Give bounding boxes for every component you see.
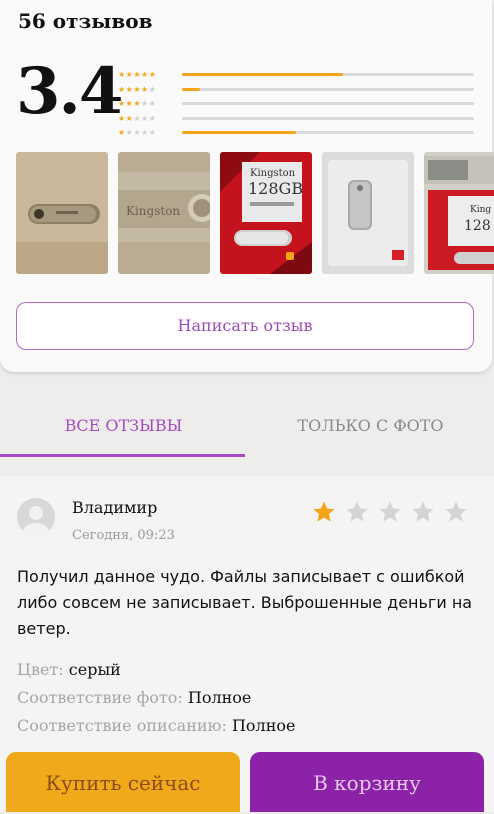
review-photo[interactable]: King 128: [424, 152, 494, 274]
review-tabs: ВСЕ ОТЗЫВЫ ТОЛЬКО С ФОТО: [0, 392, 494, 458]
prop-value: Полное: [231, 716, 296, 735]
review-photo[interactable]: [16, 152, 108, 274]
star-icon: [313, 501, 335, 522]
photo-strip[interactable]: Kingston Kingston 128GB King 128: [16, 152, 494, 276]
distribution-bar: [182, 73, 474, 76]
tab-photo-only[interactable]: ТОЛЬКО С ФОТО: [247, 392, 494, 456]
review-text: Получил данное чудо. Файлы записывает с …: [17, 567, 473, 638]
distribution-bar: [182, 87, 474, 91]
engraving-text: Kingston: [126, 204, 180, 218]
review-photo[interactable]: Kingston 128GB: [220, 152, 312, 274]
star-icon: [445, 501, 467, 522]
review-count: 56 отзывов: [18, 9, 153, 33]
prop-label: Соответствие описанию:: [17, 716, 227, 735]
prop-value: серый: [68, 660, 121, 679]
distribution-row: ★★★★★: [118, 128, 478, 143]
star-icon: [412, 501, 434, 522]
mini-star-rating: ★★★★★: [118, 70, 157, 79]
package-brand: King: [470, 205, 491, 215]
star-icon: [346, 501, 368, 522]
star-icon: [379, 501, 401, 522]
review-photo[interactable]: [322, 152, 414, 274]
review-photo[interactable]: Kingston: [118, 152, 210, 274]
user-icon: [17, 498, 55, 536]
buy-now-button[interactable]: Купить сейчас: [6, 752, 240, 812]
mini-star-rating: ★★★★★: [118, 99, 157, 108]
distribution-bar-fill: [182, 73, 343, 76]
prop-description-match: Соответствие описанию: Полное: [17, 716, 295, 735]
distribution-row: ★★★★★: [118, 99, 478, 114]
mini-star-rating: ★★★★★: [118, 113, 157, 123]
distribution-bar: [182, 102, 474, 105]
distribution-row: ★★★★★: [118, 85, 478, 100]
avatar: [17, 498, 55, 536]
package-brand: Kingston: [250, 168, 296, 179]
prop-color: Цвет: серый: [17, 660, 121, 679]
add-to-cart-button[interactable]: В корзину: [250, 752, 484, 812]
package-size: 128GB: [248, 179, 303, 198]
mini-star-rating: ★★★★★: [118, 84, 157, 94]
distribution-bar-fill: [182, 131, 296, 134]
tab-all-reviews[interactable]: ВСЕ ОТЗЫВЫ: [0, 392, 247, 456]
distribution-row: ★★★★★: [118, 114, 478, 129]
rating-distribution: ★★★★★ ★★★★★ ★★★★★ ★★★★★ ★★★★★: [118, 70, 478, 143]
prop-photo-match: Соответствие фото: Полное: [17, 688, 251, 707]
average-rating: 3.4: [16, 54, 123, 129]
prop-value: Полное: [187, 688, 252, 707]
active-tab-indicator: [0, 454, 245, 457]
prop-label: Цвет:: [17, 660, 64, 679]
package-size: 128: [464, 218, 491, 234]
mini-star-rating: ★★★★★: [118, 128, 157, 137]
rating-summary-card: 56 отзывов 3.4 ★★★★★ ★★★★★ ★★★★★ ★★★★★ ★★★★★: [0, 0, 494, 372]
write-review-button[interactable]: Написать отзыв: [16, 302, 474, 350]
prop-label: Соответствие фото:: [17, 688, 183, 707]
distribution-bar-fill: [182, 87, 200, 91]
distribution-row: ★★★★★: [118, 70, 478, 85]
review-date: Сегодня, 09:23: [72, 528, 175, 543]
distribution-bar: [182, 131, 474, 134]
reviewer-name: Владимир: [72, 498, 158, 517]
distribution-bar: [182, 116, 474, 120]
